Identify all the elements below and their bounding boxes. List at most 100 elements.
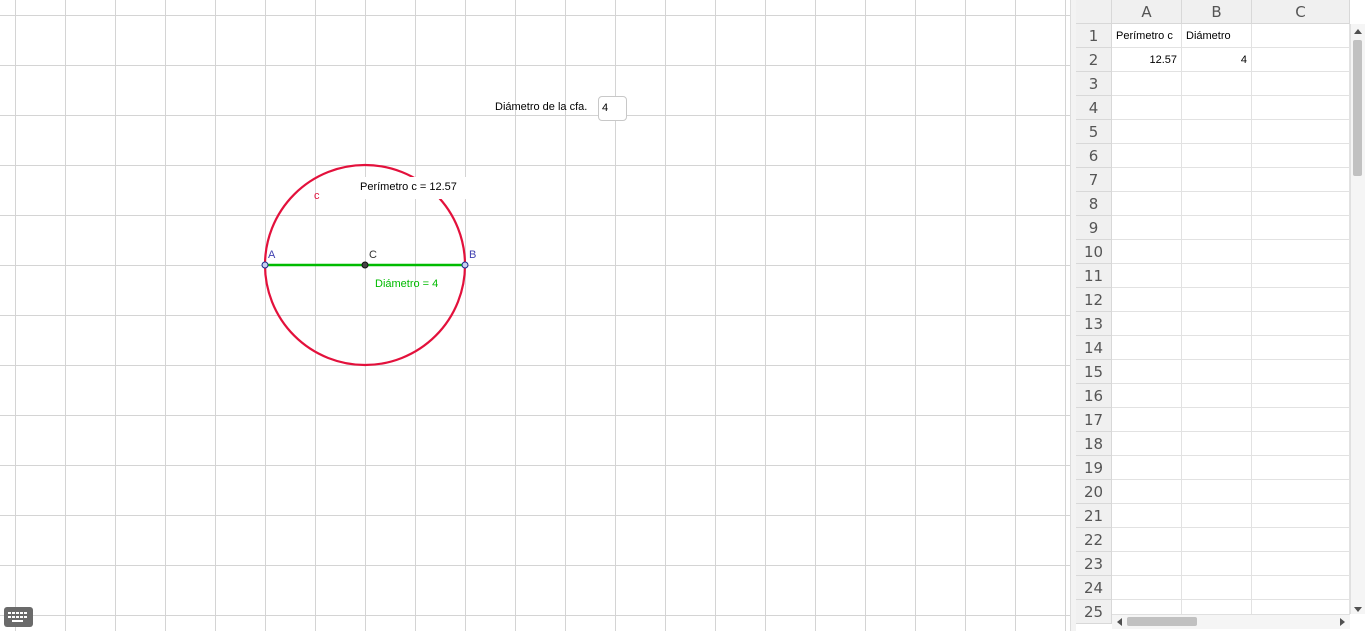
cell-b3[interactable] bbox=[1182, 72, 1252, 96]
cell-a24[interactable] bbox=[1112, 576, 1182, 600]
cell-a17[interactable] bbox=[1112, 408, 1182, 432]
row-header-23[interactable]: 23 bbox=[1076, 552, 1112, 576]
cell-a20[interactable] bbox=[1112, 480, 1182, 504]
scroll-left-icon[interactable] bbox=[1117, 618, 1122, 626]
cell-b19[interactable] bbox=[1182, 456, 1252, 480]
cell-a12[interactable] bbox=[1112, 288, 1182, 312]
scroll-up-icon[interactable] bbox=[1354, 29, 1362, 34]
point-c[interactable] bbox=[361, 261, 369, 269]
cell-a23[interactable] bbox=[1112, 552, 1182, 576]
cell-c2[interactable] bbox=[1252, 48, 1350, 72]
vertical-scroll-thumb[interactable] bbox=[1353, 40, 1362, 176]
cell-c13[interactable] bbox=[1252, 312, 1350, 336]
cell-a19[interactable] bbox=[1112, 456, 1182, 480]
scroll-right-icon[interactable] bbox=[1340, 618, 1345, 626]
column-header-b[interactable]: B bbox=[1182, 0, 1252, 24]
diameter-text[interactable]: Diámetro = 4 bbox=[375, 278, 438, 290]
row-header-25[interactable]: 25 bbox=[1076, 600, 1112, 624]
cell-c7[interactable] bbox=[1252, 168, 1350, 192]
row-header-20[interactable]: 20 bbox=[1076, 480, 1112, 504]
cell-b24[interactable] bbox=[1182, 576, 1252, 600]
cell-c19[interactable] bbox=[1252, 456, 1350, 480]
geometry-canvas[interactable] bbox=[0, 0, 1070, 631]
cell-b6[interactable] bbox=[1182, 144, 1252, 168]
cell-b14[interactable] bbox=[1182, 336, 1252, 360]
cell-a22[interactable] bbox=[1112, 528, 1182, 552]
cell-c17[interactable] bbox=[1252, 408, 1350, 432]
diameter-input[interactable]: 4 bbox=[598, 96, 627, 121]
row-header-16[interactable]: 16 bbox=[1076, 384, 1112, 408]
spreadsheet-corner[interactable] bbox=[1076, 0, 1112, 24]
row-header-10[interactable]: 10 bbox=[1076, 240, 1112, 264]
cell-c10[interactable] bbox=[1252, 240, 1350, 264]
column-header-a[interactable]: A bbox=[1112, 0, 1182, 24]
scroll-down-icon[interactable] bbox=[1354, 607, 1362, 612]
cell-a13[interactable] bbox=[1112, 312, 1182, 336]
column-header-c[interactable]: C bbox=[1252, 0, 1350, 24]
cell-b9[interactable] bbox=[1182, 216, 1252, 240]
cell-b20[interactable] bbox=[1182, 480, 1252, 504]
cell-a10[interactable] bbox=[1112, 240, 1182, 264]
cell-c18[interactable] bbox=[1252, 432, 1350, 456]
row-header-2[interactable]: 2 bbox=[1076, 48, 1112, 72]
cell-c23[interactable] bbox=[1252, 552, 1350, 576]
cell-b13[interactable] bbox=[1182, 312, 1252, 336]
cell-c14[interactable] bbox=[1252, 336, 1350, 360]
spreadsheet-view[interactable]: A B C 1 Perímetro c Diámetro 2 12.57 4 3 4 5 6 7 8 9… bbox=[1076, 0, 1366, 631]
cell-a21[interactable] bbox=[1112, 504, 1182, 528]
cell-a1[interactable]: Perímetro c bbox=[1112, 24, 1182, 48]
cell-c9[interactable] bbox=[1252, 216, 1350, 240]
cell-b1[interactable]: Diámetro bbox=[1182, 24, 1252, 48]
row-header-14[interactable]: 14 bbox=[1076, 336, 1112, 360]
cell-c12[interactable] bbox=[1252, 288, 1350, 312]
row-header-13[interactable]: 13 bbox=[1076, 312, 1112, 336]
row-header-8[interactable]: 8 bbox=[1076, 192, 1112, 216]
cell-c1[interactable] bbox=[1252, 24, 1350, 48]
cell-b11[interactable] bbox=[1182, 264, 1252, 288]
row-header-15[interactable]: 15 bbox=[1076, 360, 1112, 384]
cell-b2[interactable]: 4 bbox=[1182, 48, 1252, 72]
row-header-11[interactable]: 11 bbox=[1076, 264, 1112, 288]
row-header-7[interactable]: 7 bbox=[1076, 168, 1112, 192]
cell-c16[interactable] bbox=[1252, 384, 1350, 408]
cell-c5[interactable] bbox=[1252, 120, 1350, 144]
cell-a5[interactable] bbox=[1112, 120, 1182, 144]
row-header-24[interactable]: 24 bbox=[1076, 576, 1112, 600]
cell-a3[interactable] bbox=[1112, 72, 1182, 96]
cell-b5[interactable] bbox=[1182, 120, 1252, 144]
cell-b23[interactable] bbox=[1182, 552, 1252, 576]
row-header-4[interactable]: 4 bbox=[1076, 96, 1112, 120]
cell-a6[interactable] bbox=[1112, 144, 1182, 168]
cell-c6[interactable] bbox=[1252, 144, 1350, 168]
cell-a9[interactable] bbox=[1112, 216, 1182, 240]
cell-c21[interactable] bbox=[1252, 504, 1350, 528]
keyboard-button[interactable] bbox=[4, 607, 33, 627]
horizontal-scroll-thumb[interactable] bbox=[1127, 617, 1197, 626]
horizontal-scrollbar[interactable] bbox=[1112, 614, 1350, 629]
cell-b18[interactable] bbox=[1182, 432, 1252, 456]
row-header-1[interactable]: 1 bbox=[1076, 24, 1112, 48]
row-header-22[interactable]: 22 bbox=[1076, 528, 1112, 552]
row-header-12[interactable]: 12 bbox=[1076, 288, 1112, 312]
cell-a2[interactable]: 12.57 bbox=[1112, 48, 1182, 72]
row-header-21[interactable]: 21 bbox=[1076, 504, 1112, 528]
row-header-17[interactable]: 17 bbox=[1076, 408, 1112, 432]
cell-b17[interactable] bbox=[1182, 408, 1252, 432]
point-b[interactable] bbox=[461, 261, 469, 269]
vertical-scrollbar[interactable] bbox=[1350, 24, 1365, 614]
cell-c11[interactable] bbox=[1252, 264, 1350, 288]
cell-b4[interactable] bbox=[1182, 96, 1252, 120]
cell-a18[interactable] bbox=[1112, 432, 1182, 456]
cell-b12[interactable] bbox=[1182, 288, 1252, 312]
cell-b7[interactable] bbox=[1182, 168, 1252, 192]
cell-c20[interactable] bbox=[1252, 480, 1350, 504]
cell-b21[interactable] bbox=[1182, 504, 1252, 528]
cell-a16[interactable] bbox=[1112, 384, 1182, 408]
graphics-view[interactable]: c Perímetro c = 12.57 A B C Diámetro = 4… bbox=[0, 0, 1070, 631]
cell-c24[interactable] bbox=[1252, 576, 1350, 600]
cell-a15[interactable] bbox=[1112, 360, 1182, 384]
row-header-3[interactable]: 3 bbox=[1076, 72, 1112, 96]
row-header-5[interactable]: 5 bbox=[1076, 120, 1112, 144]
cell-a14[interactable] bbox=[1112, 336, 1182, 360]
cell-a8[interactable] bbox=[1112, 192, 1182, 216]
